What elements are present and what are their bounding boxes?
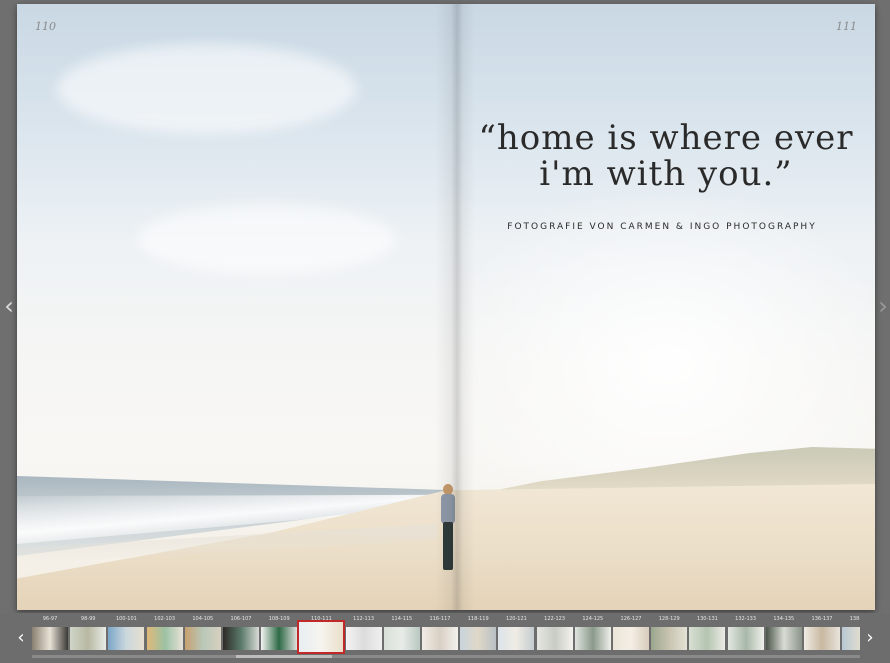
thumbnail-item[interactable]: 120-121 [498,616,535,660]
thumbnails-next-button[interactable]: › [861,627,879,649]
thumbnail-label: 124-125 [582,616,604,622]
thumbnail-item[interactable]: 138-139 [842,616,860,660]
thumbnail-label: 120-121 [505,616,527,622]
thumbnail-label: 108-109 [268,616,290,622]
sky-cloud [137,204,397,274]
thumbnail-item[interactable]: 110-111 [297,616,346,660]
thumbnail-item[interactable]: 102-103 [146,616,183,660]
photo-credit: FOTOGRAFIE VON CARMEN & INGO PHOTOGRAPHY [507,222,817,232]
thumbnail-label: 96-97 [42,616,58,622]
thumbnail-item[interactable]: 118-119 [460,616,497,660]
thumbnail-item[interactable]: 100-101 [108,616,145,660]
thumbnail-label: 102-103 [154,616,176,622]
thumbnail-image [32,627,68,650]
chevron-left-icon: ‹ [17,627,25,648]
thumbnail-image [651,627,688,650]
thumbnail-label: 130-131 [696,616,718,622]
thumbnail-label: 122-123 [544,616,566,622]
thumbnail-image [345,627,382,650]
left-page-number: 110 [35,20,56,33]
thumbnail-item[interactable]: 112-113 [345,616,382,660]
thumbnail-item[interactable]: 132-133 [727,616,764,660]
thumbnail-image [261,627,298,650]
chevron-right-icon: › [878,292,888,320]
thumbnail-image [383,627,420,650]
thumbnail-label: 100-101 [115,616,137,622]
previous-page-button[interactable]: ‹ [2,292,16,320]
thumbnail-image [422,627,458,650]
thumbnail-item[interactable]: 104-105 [184,616,221,660]
thumbnail-label: 128-129 [658,616,680,622]
thumbnail-item[interactable]: 98-99 [70,616,107,660]
thumbnail-item[interactable]: 108-109 [261,616,298,660]
thumbnail-image [536,627,573,650]
thumbnail-label: 104-105 [192,616,214,622]
thumbnail-image [689,627,726,650]
thumbnail-image [460,627,497,650]
thumbnail-item[interactable]: 134-135 [765,616,802,660]
thumbnail-image [804,627,840,650]
thumbnail-label: 106-107 [230,616,252,622]
thumbnail-label: 98-99 [80,616,96,622]
thumbnail-item[interactable]: 128-129 [651,616,688,660]
thumbnail-image [727,627,764,650]
thumbnail-item[interactable]: 136-137 [804,616,840,660]
thumbnail-label: 134-135 [773,616,795,622]
thumbnail-image [108,627,145,650]
thumbnail-label: 114-115 [391,616,413,622]
thumbnail-item[interactable]: 130-131 [689,616,726,660]
thumbnail-item[interactable]: 122-123 [536,616,573,660]
thumbnail-image [765,627,802,650]
thumbnail-image [574,627,611,650]
thumbnail-image [70,627,107,650]
thumbnail-label: 132-133 [735,616,757,622]
thumbnail-image [184,627,221,650]
thumbnail-image [223,627,259,650]
flipbook-viewer: 110 111 “home is where ever i'm with you… [0,0,890,663]
thumbnail-item[interactable]: 126-127 [613,616,649,660]
thumbnail-label: 116-117 [429,616,451,622]
thumbnail-label: 126-127 [620,616,642,622]
thumbnail-item[interactable]: 124-125 [574,616,611,660]
chevron-right-icon: › [866,627,874,648]
next-page-button[interactable]: › [876,292,890,320]
chevron-left-icon: ‹ [4,292,14,320]
thumbnail-image [146,627,183,650]
quote-headline: “home is where ever i'm with you.” [478,118,854,194]
thumbnail-label: 138-139 [849,616,860,622]
thumbnail-image [297,620,346,654]
thumbnail-item[interactable]: 106-107 [223,616,259,660]
thumbnail-image [842,627,860,650]
thumbnail-item[interactable]: 116-117 [422,616,458,660]
thumbnail-label: 112-113 [353,616,375,622]
thumbnail-image [613,627,649,650]
thumbnail-label: 136-137 [811,616,833,622]
thumbnail-image [498,627,535,650]
thumbnail-item[interactable]: 96-97 [32,616,68,660]
sky-cloud [57,44,357,134]
magazine-spread[interactable]: 110 111 “home is where ever i'm with you… [17,4,875,610]
right-page-number: 111 [836,20,857,33]
page-gutter [435,4,475,610]
thumbnail-scrollbar-thumb[interactable] [236,655,332,658]
thumbnail-item[interactable]: 114-115 [383,616,420,660]
thumbnails-prev-button[interactable]: ‹ [12,627,30,649]
thumbnail-label: 118-119 [467,616,489,622]
thumbnail-scrollbar-track[interactable] [32,655,860,658]
